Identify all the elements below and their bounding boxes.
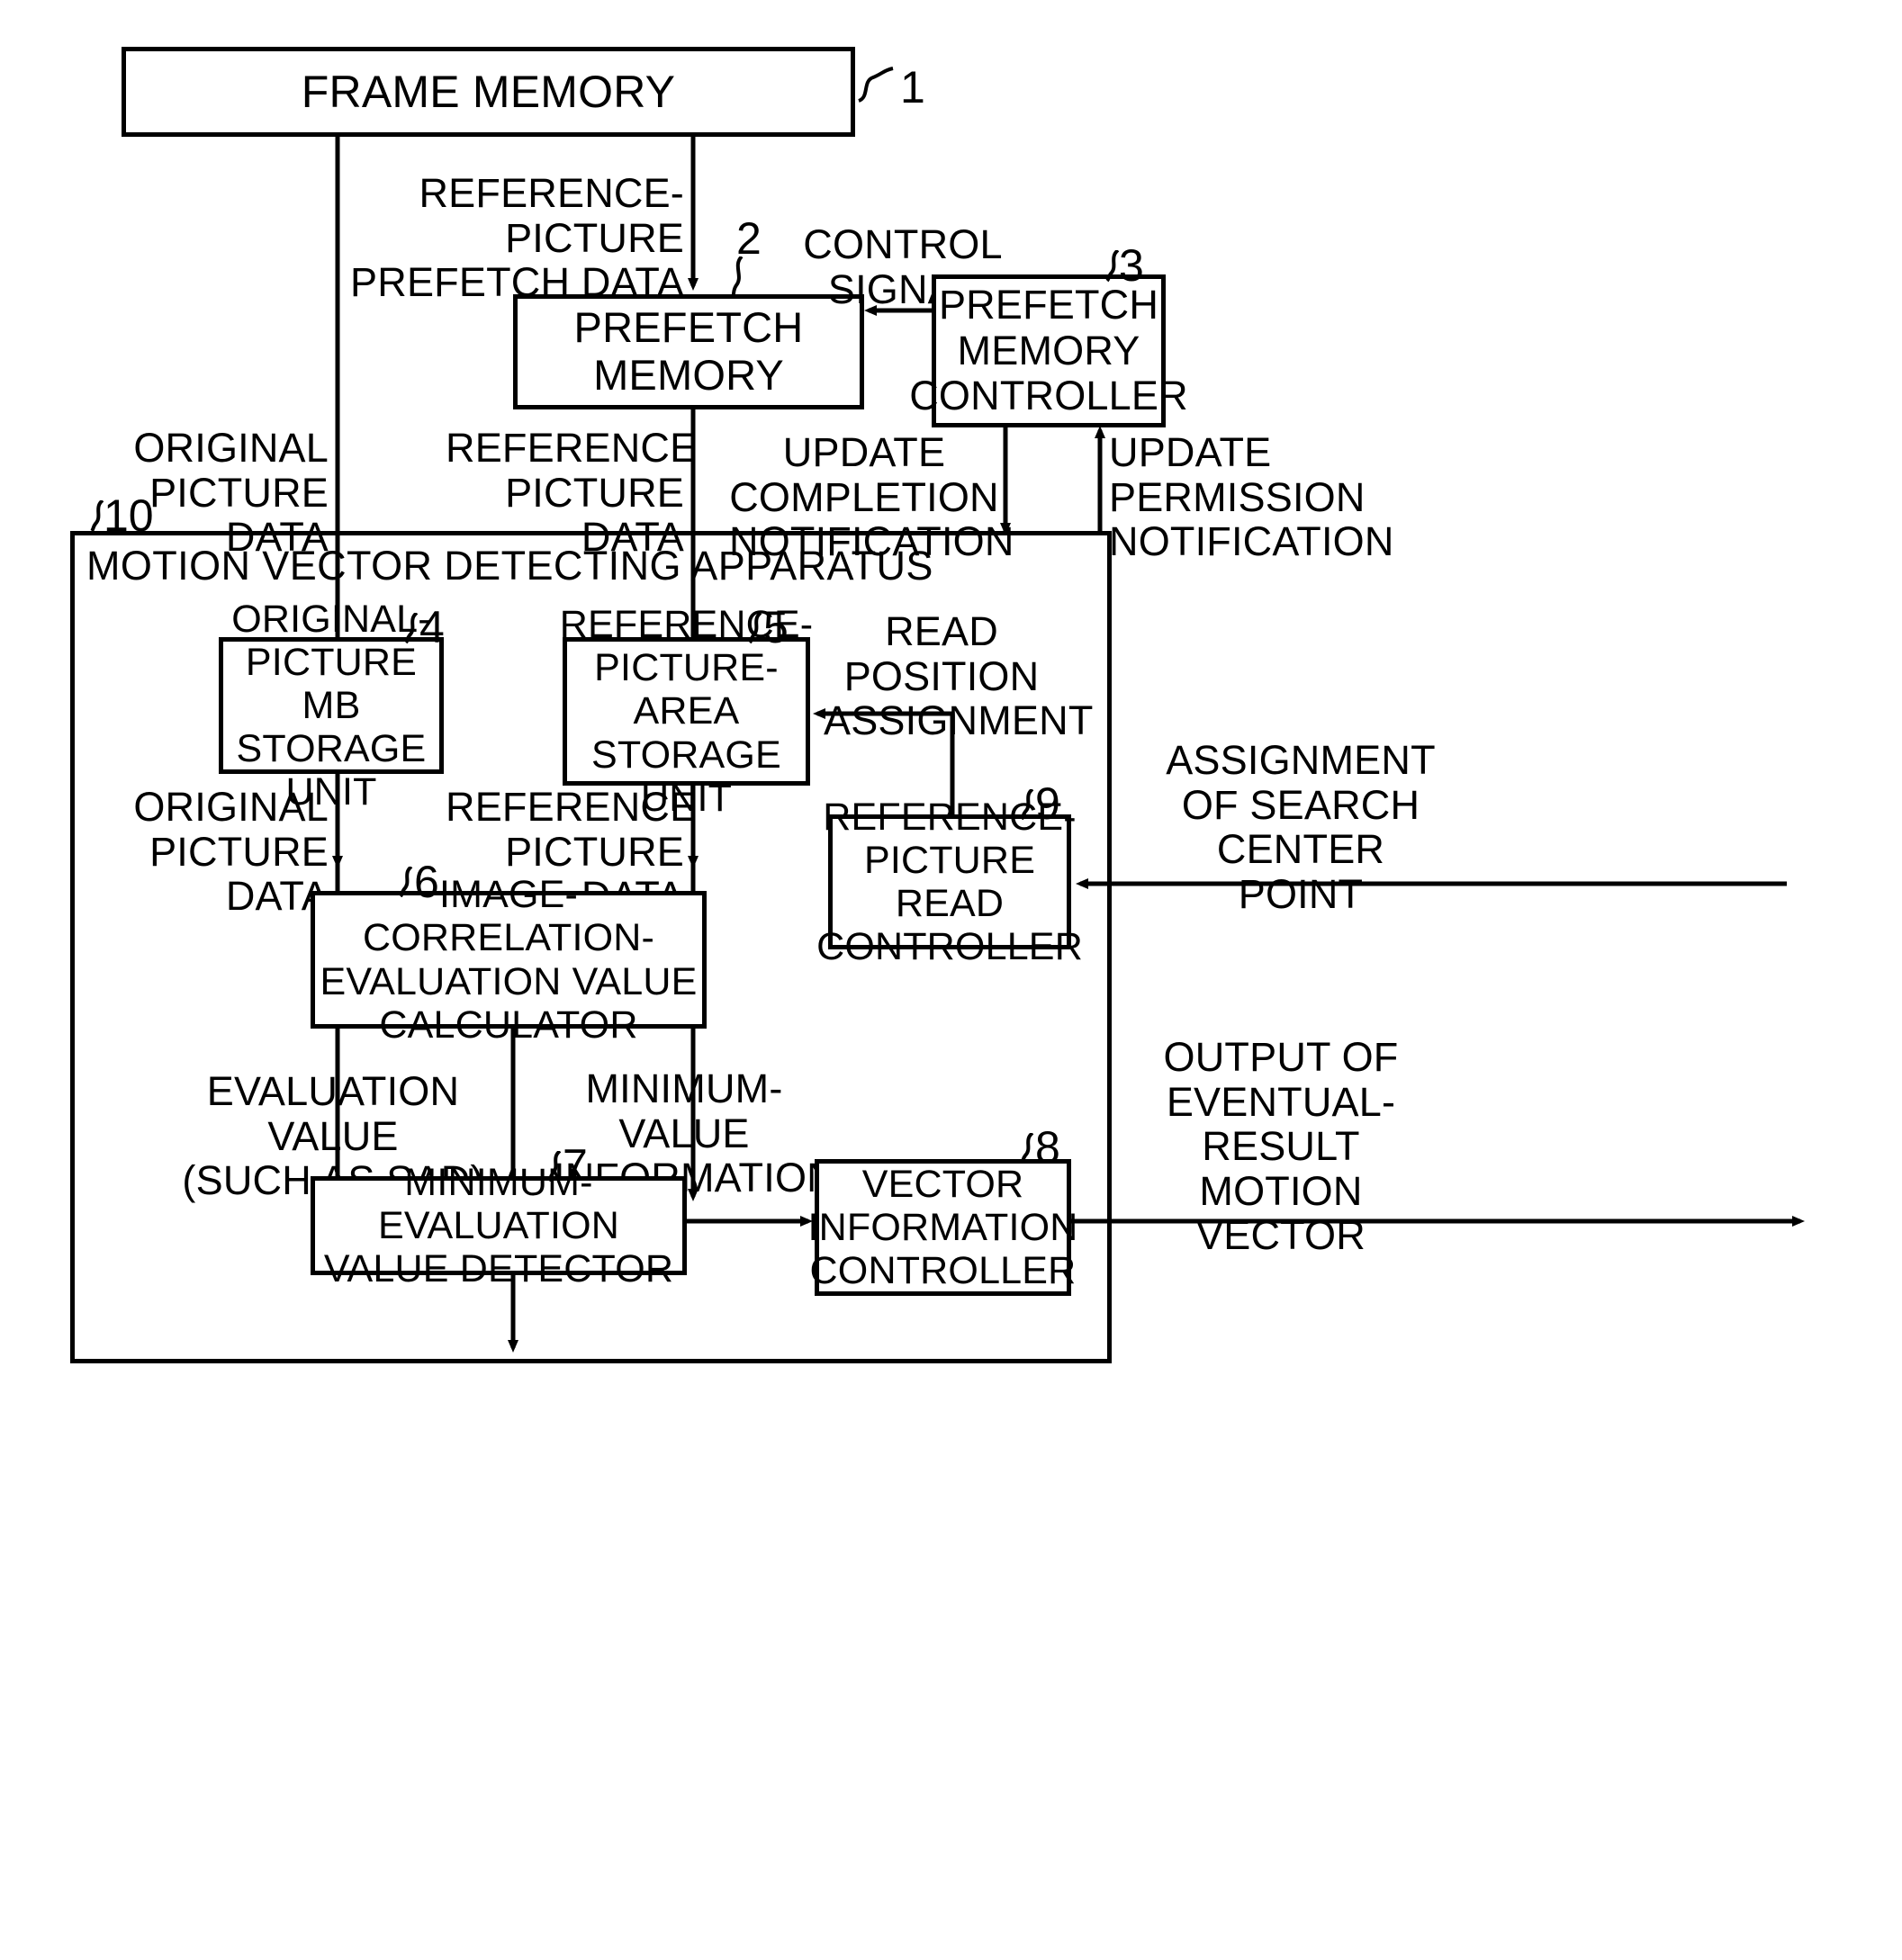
- motion-vector-detecting-apparatus-title: MOTION VECTOR DETECTING APPARATUS: [86, 543, 933, 589]
- block-original-picture-mb-storage-unit[interactable]: ORIGINAL- PICTURE MB STORAGE UNIT: [219, 598, 444, 814]
- leader-line-6: [399, 867, 413, 897]
- leader-line-3: [1105, 250, 1120, 283]
- label-output-of-eventual-result-motion-vector: OUTPUT OF EVENTUAL- RESULT MOTION VECTOR: [1163, 1034, 1399, 1258]
- label-assignment-of-search-center-point: ASSIGNMENT OF SEARCH CENTER POINT: [1166, 737, 1436, 917]
- leader-line-4: [404, 613, 419, 643]
- leader-line-8: [1020, 1133, 1034, 1164]
- label-reference-picture-prefetch-data: REFERENCE- PICTURE PREFETCH DATA: [350, 170, 684, 305]
- leader-line-9: [1020, 789, 1034, 820]
- label-read-position-assignment: READ POSITION ASSIGNMENT: [824, 608, 1094, 743]
- block-vector-information-controller[interactable]: VECTOR INFORMATION CONTROLLER: [808, 1159, 1077, 1296]
- block-prefetch-memory[interactable]: PREFETCH MEMORY: [513, 294, 864, 409]
- leader-line-1: [858, 67, 894, 103]
- block-minimum-evaluation-value-detector[interactable]: MINIMUM-EVALUATION VALUE DETECTOR: [311, 1161, 687, 1290]
- block-prefetch-memory-controller[interactable]: PREFETCH MEMORY CONTROLLER: [909, 274, 1188, 427]
- ref-number-prefetch-memory: 2: [736, 213, 762, 264]
- block-reference-picture-read-controller[interactable]: REFERENCE- PICTURE READ CONTROLLER: [816, 796, 1083, 968]
- block-frame-memory[interactable]: FRAME MEMORY: [122, 47, 855, 137]
- label-update-permission-notification: UPDATE PERMISSION NOTIFICATION: [1109, 429, 1394, 564]
- block-image-correlation-evaluation-value-calculator[interactable]: IMAGE-CORRELATION- EVALUATION VALUE CALC…: [311, 873, 707, 1047]
- leader-line-2: [731, 256, 744, 299]
- block-reference-picture-area-storage-unit[interactable]: REFERENCE- PICTURE- AREA STORAGE UNIT: [560, 603, 813, 820]
- leader-line-5: [748, 613, 762, 643]
- leader-line-10: [90, 500, 104, 533]
- figure-canvas: FRAME MEMORY 1 REFERENCE- PICTURE PREFET…: [0, 0, 1902, 1960]
- label-original-picture-data-mid: ORIGINAL PICTURE DATA: [133, 784, 329, 919]
- leader-line-7: [547, 1151, 562, 1182]
